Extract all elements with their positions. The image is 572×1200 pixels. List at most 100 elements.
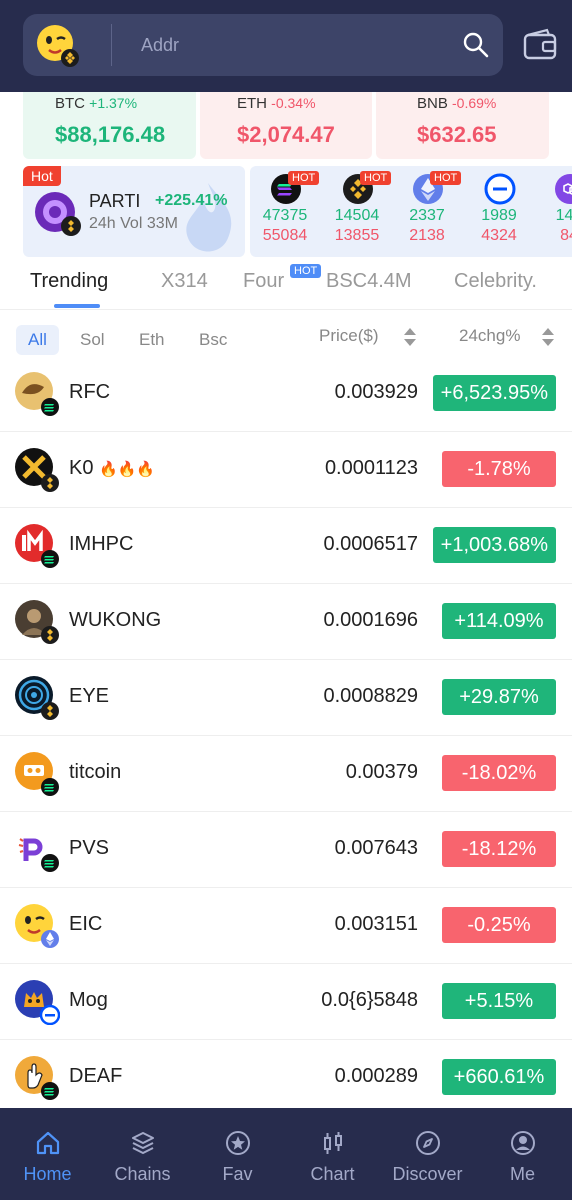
compass-icon bbox=[416, 1131, 440, 1155]
filter-bsc[interactable]: Bsc bbox=[187, 325, 239, 355]
chain-down-count: 55084 bbox=[262, 227, 308, 244]
ticker-symbol: BNB bbox=[417, 95, 448, 112]
token-name: RFC bbox=[69, 381, 111, 403]
ticker-symbol: BTC bbox=[55, 95, 85, 112]
token-price: 0.0008829 bbox=[323, 685, 418, 707]
token-name: K0 🔥🔥🔥 bbox=[69, 457, 155, 480]
token-row-k0[interactable]: K0 🔥🔥🔥 0.0001123 -1.78% bbox=[0, 432, 572, 508]
chain-up-count: 2337 bbox=[409, 207, 445, 224]
token-price: 0.0001123 bbox=[324, 457, 418, 479]
chain-stats-card[interactable]: HOT 47375 55084 HOT 14504 13855 HOT 2337… bbox=[250, 166, 572, 257]
filter-sol[interactable]: Sol bbox=[68, 325, 117, 355]
ticker-symbol: ETH bbox=[237, 95, 267, 112]
tab-celebrity[interactable]: Celebrity. bbox=[454, 270, 537, 293]
token-price: 0.0001696 bbox=[323, 609, 418, 631]
chain-stat-base[interactable]: 1989 4324 bbox=[466, 166, 532, 257]
token-name: titcoin bbox=[69, 761, 122, 783]
token-row-eye[interactable]: EYE 0.0008829 +29.87% bbox=[0, 660, 572, 736]
ticker-btc[interactable]: BTC +1.37% $88,176.48 bbox=[23, 92, 196, 159]
address-search-input[interactable] bbox=[141, 30, 441, 60]
chain-stat-ethereum[interactable]: HOT 2337 2138 bbox=[394, 166, 462, 257]
imhpc-token-icon bbox=[15, 524, 59, 568]
token-price: 0.0{6}5848 bbox=[321, 989, 418, 1011]
token-change-badge: +5.15% bbox=[442, 983, 556, 1019]
token-change-badge: -0.25% bbox=[442, 907, 556, 943]
tab-four[interactable]: Four bbox=[243, 270, 284, 293]
search-icon[interactable] bbox=[461, 30, 491, 60]
token-row-pvs[interactable]: PVS 0.007643 -18.12% bbox=[0, 812, 572, 888]
nav-chains[interactable]: Chains bbox=[95, 1108, 190, 1200]
token-row-imhpc[interactable]: IMHPC 0.0006517 +1,003.68% bbox=[0, 508, 572, 584]
nav-home[interactable]: Home bbox=[0, 1108, 95, 1200]
token-name: Mog bbox=[69, 989, 108, 1011]
wallet-icon[interactable] bbox=[522, 28, 558, 64]
ticker-eth[interactable]: ETH -0.34% $2,074.47 bbox=[200, 92, 372, 159]
tab-trending[interactable]: Trending bbox=[30, 270, 108, 293]
token-price: 0.003929 bbox=[334, 381, 418, 403]
token-row-mog[interactable]: Mog 0.0{6}5848 +5.15% bbox=[0, 964, 572, 1040]
token-change-badge: -18.12% bbox=[442, 831, 556, 867]
token-row-titcoin[interactable]: titcoin 0.00379 -18.02% bbox=[0, 736, 572, 812]
chain-up-count: 141 bbox=[555, 207, 572, 224]
change-sort-icon[interactable] bbox=[541, 326, 555, 348]
chain-hot-badge: HOT bbox=[430, 171, 462, 185]
search-bar[interactable] bbox=[23, 14, 503, 76]
filter-all[interactable]: All bbox=[16, 325, 59, 355]
chain-stat-solana[interactable]: HOT 47375 55084 bbox=[252, 166, 320, 257]
chain-hot-badge: HOT bbox=[360, 171, 392, 185]
active-tab-indicator bbox=[54, 304, 100, 308]
app-logo-icon[interactable] bbox=[35, 23, 79, 67]
price-sort-icon[interactable] bbox=[403, 326, 417, 348]
token-row-rfc[interactable]: RFC 0.003929 +6,523.95% bbox=[0, 356, 572, 432]
ticker-label: BNB -0.69% bbox=[417, 95, 496, 112]
ticker-price: $88,176.48 bbox=[55, 122, 166, 147]
nav-label: Fav bbox=[222, 1164, 253, 1184]
eye-token-icon bbox=[15, 676, 59, 720]
nav-fav[interactable]: Fav bbox=[190, 1108, 285, 1200]
chain-hot-badge: HOT bbox=[288, 171, 320, 185]
pvs-token-icon bbox=[15, 828, 59, 872]
chain-down-count: 84 bbox=[560, 227, 572, 244]
k0-token-icon bbox=[15, 448, 59, 492]
nav-discover[interactable]: Discover bbox=[380, 1108, 475, 1200]
hot-tag: Hot bbox=[23, 166, 61, 186]
tab-bsc[interactable]: BSC4.4M bbox=[326, 270, 412, 293]
token-name: WUKONG bbox=[69, 609, 162, 631]
change-column-header[interactable]: 24chg% bbox=[459, 326, 520, 346]
layers-icon bbox=[132, 1132, 154, 1155]
price-column-header[interactable]: Price($) bbox=[319, 326, 379, 346]
token-price: 0.00379 bbox=[345, 761, 418, 783]
token-row-deaf[interactable]: DEAF 0.000289 +660.61% bbox=[0, 1040, 572, 1116]
chain-stat-bnb[interactable]: HOT 14504 13855 bbox=[324, 166, 392, 257]
nav-label: Home bbox=[23, 1164, 72, 1184]
nav-label: Me bbox=[509, 1164, 535, 1184]
ticker-price: $2,074.47 bbox=[237, 122, 335, 147]
candlestick-icon bbox=[324, 1132, 342, 1154]
ticker-change: -0.69% bbox=[452, 95, 497, 111]
hot-token-card[interactable]: Hot PARTI +225.41% 24h Vol 33M bbox=[23, 166, 245, 257]
token-row-eic[interactable]: EIC 0.003151 -0.25% bbox=[0, 888, 572, 964]
hot-token-volume: 24h Vol 33M bbox=[89, 215, 178, 232]
ticker-bnb[interactable]: BNB -0.69% $632.65 bbox=[376, 92, 549, 159]
nav-label: Chart bbox=[310, 1164, 355, 1184]
token-change-badge: +1,003.68% bbox=[432, 527, 556, 563]
parti-token-icon bbox=[35, 192, 81, 236]
chain-stat-polygon[interactable]: 141 84 bbox=[536, 166, 572, 257]
token-price: 0.000289 bbox=[334, 1065, 418, 1087]
hot-token-name: PARTI bbox=[89, 191, 141, 211]
chain-down-count: 13855 bbox=[334, 227, 380, 244]
token-change-badge: +660.61% bbox=[442, 1059, 556, 1095]
filter-eth[interactable]: Eth bbox=[127, 325, 177, 355]
chain-up-count: 47375 bbox=[262, 207, 308, 224]
nav-label: Chains bbox=[114, 1164, 171, 1184]
token-row-wukong[interactable]: WUKONG 0.0001696 +114.09% bbox=[0, 584, 572, 660]
nav-chart[interactable]: Chart bbox=[285, 1108, 380, 1200]
token-price: 0.007643 bbox=[334, 837, 418, 859]
base-icon bbox=[484, 173, 516, 205]
token-change-badge: +6,523.95% bbox=[432, 375, 556, 411]
nav-me[interactable]: Me bbox=[475, 1108, 570, 1200]
tab-x314[interactable]: X314 bbox=[161, 270, 208, 293]
token-change-badge: +114.09% bbox=[442, 603, 556, 639]
tab-hot-badge: HOT bbox=[290, 264, 322, 278]
search-divider bbox=[111, 24, 112, 66]
